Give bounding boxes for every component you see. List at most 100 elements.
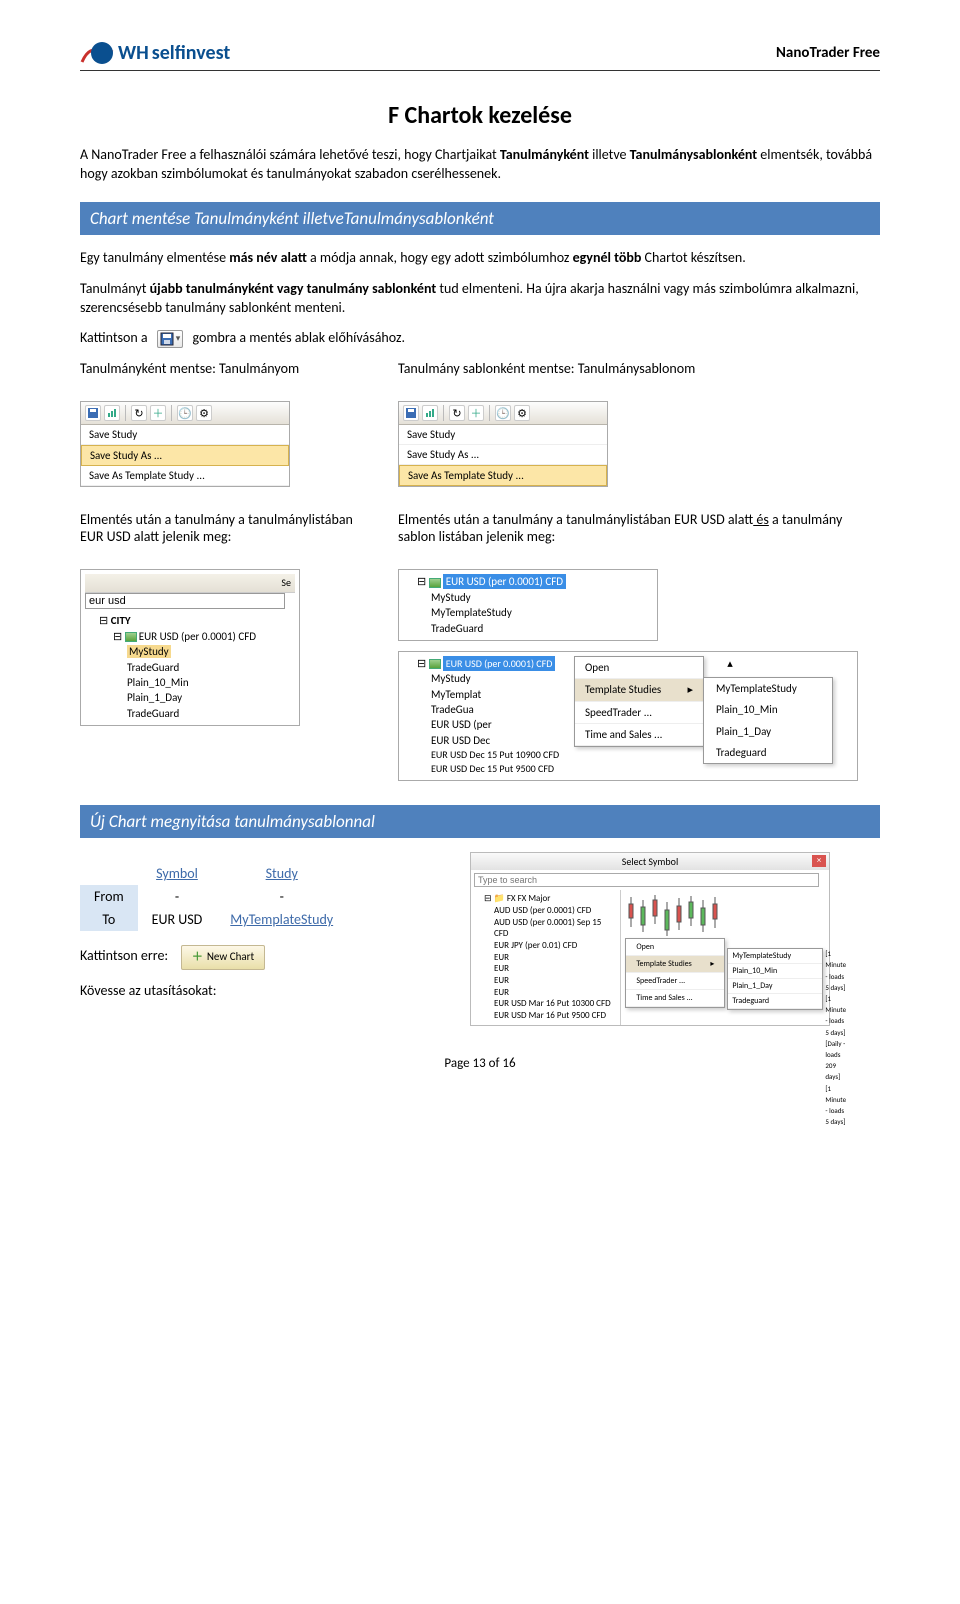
add-icon[interactable]: ＋ [150, 405, 166, 421]
dialog-titlebar: Select Symbol × [471, 853, 829, 870]
save-dropdown-icon[interactable]: ▾ [157, 330, 184, 348]
menu-mock-right: ↻ ＋ 🕒 ⚙ Save Study Save Study As ... Sav… [398, 401, 608, 487]
list-item[interactable]: MyStudy [431, 671, 574, 686]
list-item[interactable]: TradeGuard [127, 660, 295, 675]
logo-text: selfinvest [152, 41, 231, 65]
list-item[interactable]: MyStudy [127, 644, 295, 659]
list-item[interactable]: EUR [494, 975, 617, 987]
list-item[interactable]: MyTemplat [431, 687, 574, 702]
after-right: Elmentés után a tanulmány a tanulmánylis… [398, 511, 880, 545]
save-menu-left: Save Study Save Study As ... Save As Tem… [81, 425, 289, 486]
tree-row: Se ⊟ CITY ⊟ EUR USD (per 0.0001) CFD MyS… [80, 569, 880, 781]
tree-right-top: ⊟ EUR USD (per 0.0001) CFD MyStudy MyTem… [398, 569, 658, 641]
menu-item-save-study[interactable]: Save Study [399, 425, 607, 445]
s1-p2: Tanulmányt újabb tanulmányként vagy tanu… [80, 280, 880, 318]
clock-icon[interactable]: 🕒 [177, 405, 193, 421]
list-item[interactable]: EUR [494, 987, 617, 999]
list-item[interactable]: EUR USD Mar 16 Put 10300 CFD [494, 998, 617, 1010]
dialog-context-menu: Open Template Studies▸ SpeedTrader ... T… [625, 938, 725, 1008]
ctx-time-sales[interactable]: Time and Sales ... [626, 990, 724, 1007]
menu-item-save-template[interactable]: Save As Template Study ... [81, 466, 289, 486]
tree-instrument[interactable]: ⊟ EUR USD (per 0.0001) CFD MyStudy Trade… [113, 629, 295, 721]
menu-item-save-study[interactable]: Save Study [81, 425, 289, 445]
tree-root[interactable]: ⊟ 📁 FX FX Major AUD USD (per 0.0001) CFD… [484, 893, 617, 1022]
list-item[interactable]: EUR USD Dec [431, 733, 574, 748]
chart-tree-icon [125, 632, 137, 642]
th-study: Study [216, 862, 347, 885]
refresh-icon[interactable]: ↻ [131, 405, 147, 421]
list-item[interactable]: TradeGuard [127, 706, 295, 721]
disk-icon[interactable] [85, 405, 101, 421]
fly-item[interactable]: Tradeguard [728, 994, 822, 1009]
fly-item[interactable]: Plain_10_Min [728, 964, 822, 979]
list-item[interactable]: EUR JPY (per 0.01) CFD [494, 940, 617, 952]
list-item[interactable]: EUR USD Dec 15 Put 10900 CFD [431, 748, 574, 762]
disk-icon[interactable] [403, 405, 419, 421]
gear-icon[interactable]: ⚙ [514, 405, 530, 421]
fly-item[interactable]: Tradeguard [704, 742, 832, 763]
list-item[interactable]: EUR USD (per [431, 717, 574, 732]
ctx-time-sales[interactable]: Time and Sales ... [575, 724, 703, 746]
ctx-template-studies[interactable]: Template Studies▸ [626, 956, 724, 973]
new-chart-button[interactable]: ＋New Chart [181, 945, 265, 970]
tree-search[interactable] [85, 593, 285, 609]
intro-paragraph: A NanoTrader Free a felhasználói számára… [80, 146, 880, 184]
chart-tree-icon [429, 578, 441, 588]
fly-item[interactable]: Plain_1_Day [728, 979, 822, 994]
menu-mock-left: ↻ ＋ 🕒 ⚙ Save Study Save Study As ... Sav… [80, 401, 290, 487]
save-right-label: Tanulmány sablonként mentse: Tanulmánysa… [398, 360, 880, 377]
dialog-flyout: MyTemplateStudy Plain_10_Min Plain_1_Day… [727, 948, 823, 1010]
scroll-up-icon[interactable]: ▴ [724, 656, 736, 671]
page-title: F Chartok kezelése [80, 101, 880, 130]
tree-instrument[interactable]: ⊟ EUR USD (per 0.0001) CFD MyStudy MyTem… [417, 574, 653, 636]
dialog-chart-preview: Open Template Studies▸ SpeedTrader ... T… [621, 890, 829, 1020]
refresh-icon[interactable]: ↻ [449, 405, 465, 421]
list-item[interactable]: EUR USD Dec 15 Put 9500 CFD [431, 762, 574, 776]
logo-prefix: WH [118, 41, 149, 65]
ctx-open[interactable]: Open [575, 657, 703, 679]
list-item[interactable]: AUD USD (per 0.0001) Sep 15 CFD [494, 917, 617, 940]
list-item[interactable]: MyTemplateStudy [431, 605, 653, 620]
add-icon[interactable]: ＋ [468, 405, 484, 421]
menu-item-save-study-as[interactable]: Save Study As ... [81, 445, 289, 466]
clock-icon[interactable]: 🕒 [495, 405, 511, 421]
list-item[interactable]: Plain_1_Day [127, 690, 295, 705]
study-link[interactable]: MyTemplateStudy [216, 908, 347, 931]
list-item[interactable]: Plain_10_Min [127, 675, 295, 690]
gear-icon[interactable]: ⚙ [196, 405, 212, 421]
save-left-label: Tanulmányként mentse: Tanulmányom [80, 360, 368, 377]
list-item[interactable]: TradeGuard [431, 621, 653, 636]
section-bar-newchart: Új Chart megnyitása tanulmánysablonnal [80, 805, 880, 838]
close-icon[interactable]: × [812, 855, 826, 867]
menu-item-save-study-as[interactable]: Save Study As ... [399, 445, 607, 465]
list-item[interactable]: TradeGua [431, 702, 574, 717]
dialog-search[interactable] [474, 873, 819, 887]
s1-p3: Kattintson a ▾ gombra a mentés ablak elő… [80, 329, 880, 348]
chart-icon[interactable] [104, 405, 120, 421]
ctx-speedtrader[interactable]: SpeedTrader ... [626, 973, 724, 990]
list-item[interactable]: EUR [494, 952, 617, 964]
save-menu-right: Save Study Save Study As ... Save As Tem… [399, 425, 607, 486]
fly-item[interactable]: Plain_10_Min [704, 699, 832, 720]
flyout-menu: MyTemplateStudy Plain_10_Min Plain_1_Day… [703, 677, 833, 765]
fly-item[interactable]: MyTemplateStudy [704, 678, 832, 699]
list-item[interactable]: EUR USD Mar 16 Put 9500 CFD [494, 1010, 617, 1022]
ctx-template-studies[interactable]: Template Studies ▸ [575, 679, 703, 701]
fly-item[interactable]: MyTemplateStudy [728, 949, 822, 964]
list-item[interactable]: AUD USD (per 0.0001) CFD [494, 905, 617, 917]
ctx-speedtrader[interactable]: SpeedTrader ... [575, 702, 703, 724]
fly-item[interactable]: Plain_1_Day [704, 721, 832, 742]
tree-instrument[interactable]: ⊟ EUR USD (per 0.0001) CFD MyStudy MyTem… [417, 656, 574, 776]
menu-item-save-template[interactable]: Save As Template Study ... [399, 465, 607, 486]
list-item[interactable]: EUR [494, 963, 617, 975]
ctx-open[interactable]: Open [626, 939, 724, 956]
row-to: To [80, 908, 138, 931]
tree-root[interactable]: ⊟ CITY ⊟ EUR USD (per 0.0001) CFD MyStud… [99, 613, 295, 721]
list-item[interactable]: MyStudy [431, 590, 653, 605]
chevron-right-icon: ▸ [687, 682, 693, 697]
symbol-study-table: Symbol Study From - - To EUR USD MyTempl… [80, 862, 347, 931]
follow-instructions: Kövesse az utasításokat: [80, 982, 440, 1001]
after-left: Elmentés után a tanulmány a tanulmánylis… [80, 511, 368, 545]
chart-icon[interactable] [422, 405, 438, 421]
context-menu: Open Template Studies ▸ SpeedTrader ... … [574, 656, 704, 748]
